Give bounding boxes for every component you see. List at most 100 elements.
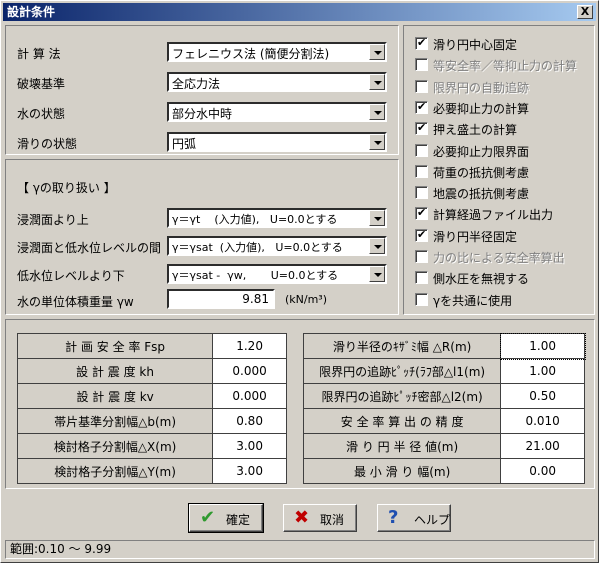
parameter-label: 限界円の追跡ﾋﾟｯﾁ(ﾗﾌ部△l1(m) [302, 358, 502, 384]
chevron-down-icon[interactable] [369, 134, 385, 150]
gamma-header: 【 γの取り扱い 】 [17, 181, 116, 195]
checkbox[interactable] [415, 143, 428, 157]
chevron-down-icon[interactable] [369, 266, 385, 282]
slip-state-label: 滑りの状態 [17, 137, 78, 151]
checkbox-label: 限界円の自動追跡 [433, 80, 530, 95]
unit-weight-input[interactable]: 9.81 [167, 289, 275, 309]
parameter-value[interactable]: 0.010 [500, 408, 585, 434]
checkbox-label: 側水圧を無視する [433, 272, 530, 287]
checkbox[interactable] [415, 292, 428, 306]
parameter-value[interactable]: 1.00 [500, 358, 585, 384]
gamma-row-label: 浸潤面と低水位レベルの間 [17, 241, 162, 255]
checkbox-label: 力の比による安全率算出 [433, 251, 565, 265]
checkbox-label: 計算経過ファイル出力 [433, 208, 554, 223]
slip-state-select[interactable]: 円弧 [167, 132, 387, 152]
dialog-window: 設計条件 X 計 算 法 フェレニウス法 (簡便分割法) 破壊基準 全応力法 水… [0, 0, 599, 563]
gamma-between-select[interactable]: γ＝γsat (入力値), U=0.0とする [167, 236, 387, 256]
water-state-select[interactable]: 部分水中時 [167, 102, 387, 122]
table-row: 限界円の追跡ﾋﾟｯﾁ密部△l2(m) 0.50 [302, 383, 585, 409]
check-icon: ✔ [200, 507, 216, 528]
water-state-label: 水の状態 [17, 107, 66, 121]
parameter-value[interactable]: 0.50 [500, 383, 585, 409]
ok-button-label: 確定 [226, 513, 251, 527]
help-button-label: ヘルプ [414, 513, 451, 527]
checkbox-label: 滑り円半径固定 [433, 229, 518, 244]
question-icon: ? [388, 507, 399, 528]
checkbox[interactable] [415, 121, 428, 136]
table-row: 滑り半径のｷｻﾞﾐ幅 △R(m) 1.00 [302, 332, 586, 360]
table-row: 設 計 震 度 kv 0.000 [16, 383, 287, 409]
table-row: 検討格子分割幅△X(m) 3.00 [16, 433, 287, 459]
table-row: 安 全 率 算 出 の 精 度 0.010 [302, 408, 585, 434]
parameter-label: 滑り半径のｷｻﾞﾐ幅 △R(m) [302, 333, 502, 359]
help-button[interactable]: ? ヘルプ [377, 504, 451, 532]
unit-weight-label: 水の単位体積重量 γw [17, 295, 134, 309]
failure-criterion-label: 破壊基準 [17, 77, 66, 91]
parameter-value[interactable]: 0.80 [212, 408, 287, 434]
gamma-below-select[interactable]: γ＝γsat - γw, U=0.0とする [167, 264, 387, 284]
parameter-label: 設 計 震 度 kv [16, 383, 214, 409]
checkbox-label: 必要抑止力限界面 [433, 144, 530, 159]
gamma-between-value: γ＝γsat (入力値), U=0.0とする [172, 241, 343, 254]
table-row: 帯片基準分割幅△b(m) 0.80 [16, 408, 287, 434]
table-row: 最 小 滑 り 幅(m) 0.00 [302, 458, 585, 484]
table-row: 設 計 震 度 kh 0.000 [16, 358, 287, 384]
failure-criterion-select[interactable]: 全応力法 [167, 72, 387, 92]
status-bar: 範囲:0.10 〜 9.99 [5, 540, 595, 559]
checkbox[interactable] [415, 186, 428, 200]
chevron-down-icon[interactable] [369, 44, 385, 60]
checkbox-label: 滑り円中心固定 [433, 38, 518, 52]
parameter-label: 検討格子分割幅△X(m) [16, 433, 214, 459]
parameter-value[interactable]: 3.00 [212, 458, 287, 484]
parameter-label: 帯片基準分割幅△b(m) [16, 408, 214, 434]
checkbox [415, 58, 428, 72]
right-parameter-table: 滑り半径のｷｻﾞﾐ幅 △R(m) 1.00 限界円の追跡ﾋﾟｯﾁ(ﾗﾌ部△l1(m)… [302, 332, 586, 484]
parameter-label: 限界円の追跡ﾋﾟｯﾁ密部△l2(m) [302, 383, 502, 409]
x-icon: ✖ [294, 507, 310, 528]
left-parameter-table: 計 画 安 全 率 Fsp 1.20 設 計 震 度 kh 0.000 設 計 震 度 … [16, 333, 287, 484]
chevron-down-icon[interactable] [369, 210, 385, 226]
title-bar: 設計条件 X [3, 3, 596, 21]
calc-method-select[interactable]: フェレニウス法 (簡便分割法) [167, 42, 387, 62]
parameter-value[interactable]: 0.000 [212, 358, 287, 384]
checkbox-label: 等安全率／等抑止力の計算 [433, 59, 578, 74]
checkbox-label: γを共通に使用 [433, 293, 513, 308]
gamma-above-value: γ＝γt (入力値), U=0.0とする [172, 213, 338, 226]
calc-method-label: 計 算 法 [17, 47, 61, 61]
cancel-button[interactable]: ✖ 取消 [283, 504, 357, 532]
parameter-label: 設 計 震 度 kh [16, 358, 214, 384]
parameter-value[interactable]: 3.00 [212, 433, 287, 459]
close-button[interactable]: X [577, 5, 593, 19]
parameter-label: 最 小 滑 り 幅(m) [302, 458, 502, 484]
parameter-value[interactable]: 0.000 [212, 383, 287, 409]
ok-button[interactable]: ✔ 確定 [188, 503, 264, 533]
checkbox-label: 地震の抵抗側考慮 [433, 187, 530, 202]
checkbox[interactable] [415, 228, 428, 242]
gamma-row-label: 浸潤面より上 [17, 213, 89, 227]
parameter-label: 安 全 率 算 出 の 精 度 [302, 408, 502, 434]
window-title: 設計条件 [7, 5, 56, 19]
parameter-label: 滑 り 円 半 径 値(m) [302, 433, 502, 459]
cancel-button-label: 取消 [320, 513, 345, 527]
chevron-down-icon[interactable] [369, 104, 385, 120]
parameter-value[interactable]: 1.00 [499, 332, 586, 360]
chevron-down-icon[interactable] [369, 74, 385, 90]
checkbox[interactable] [415, 271, 428, 285]
parameter-value[interactable]: 1.20 [212, 333, 287, 359]
parameter-value[interactable]: 0.00 [500, 458, 585, 484]
gamma-above-select[interactable]: γ＝γt (入力値), U=0.0とする [167, 208, 387, 228]
checkbox[interactable] [415, 100, 428, 114]
chevron-down-icon[interactable] [369, 238, 385, 254]
checkbox-label: 必要抑止力の計算 [433, 101, 530, 116]
checkbox [415, 79, 428, 93]
unit-weight-unit: (kN/m³) [285, 293, 328, 306]
slip-state-value: 円弧 [172, 137, 197, 151]
checkbox-label: 押え盛土の計算 [433, 123, 518, 138]
failure-criterion-value: 全応力法 [172, 77, 221, 91]
checkbox[interactable] [415, 36, 428, 50]
calc-method-value: フェレニウス法 (簡便分割法) [172, 47, 330, 61]
parameter-value[interactable]: 21.00 [500, 433, 585, 459]
table-row: 検討格子分割幅△Y(m) 3.00 [16, 458, 287, 484]
checkbox[interactable] [415, 164, 428, 178]
checkbox[interactable] [415, 206, 428, 221]
